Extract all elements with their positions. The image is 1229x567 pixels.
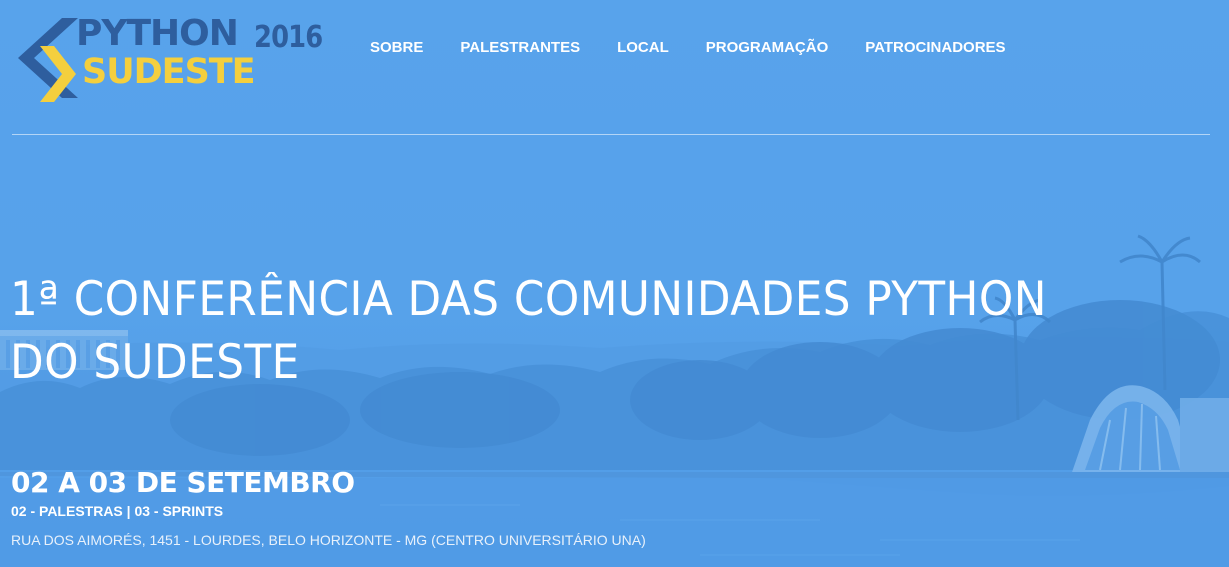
nav-item-patrocinadores[interactable]: PATROCINADORES: [865, 38, 1005, 58]
event-date: 02 A 03 DE SETEMBRO: [11, 466, 355, 499]
logo-python-text: PYTHON: [76, 13, 239, 54]
chevron-logo-icon: [18, 18, 78, 102]
logo-sudeste-text: SUDESTE: [82, 52, 256, 92]
python-sudeste-logo[interactable]: PYTHON 2016 SUDESTE: [12, 13, 323, 104]
header-divider: [12, 134, 1210, 135]
nav-item-programacao[interactable]: PROGRAMAÇÃO: [706, 38, 829, 58]
hero-section: PYTHON 2016 SUDESTE SOBRE PALESTRANTES L…: [0, 0, 1229, 567]
hero-title-line-1: 1ª CONFERÊNCIA DAS COMUNIDADES PYTHON: [10, 272, 1047, 327]
nav-item-palestrantes[interactable]: PALESTRANTES: [460, 38, 580, 58]
hero-title: 1ª CONFERÊNCIA DAS COMUNIDADES PYTHON DO…: [10, 268, 1126, 394]
main-nav: SOBRE PALESTRANTES LOCAL PROGRAMAÇÃO PAT…: [370, 38, 1006, 58]
event-address: RUA DOS AIMORÉS, 1451 - LOURDES, BELO HO…: [11, 532, 646, 548]
nav-item-local[interactable]: LOCAL: [617, 38, 669, 58]
nav-item-sobre[interactable]: SOBRE: [370, 38, 423, 58]
hero-title-line-2: DO SUDESTE: [10, 335, 300, 390]
logo-year-text: 2016: [254, 20, 323, 55]
event-schedule: 02 - PALESTRAS | 03 - SPRINTS: [11, 503, 224, 519]
